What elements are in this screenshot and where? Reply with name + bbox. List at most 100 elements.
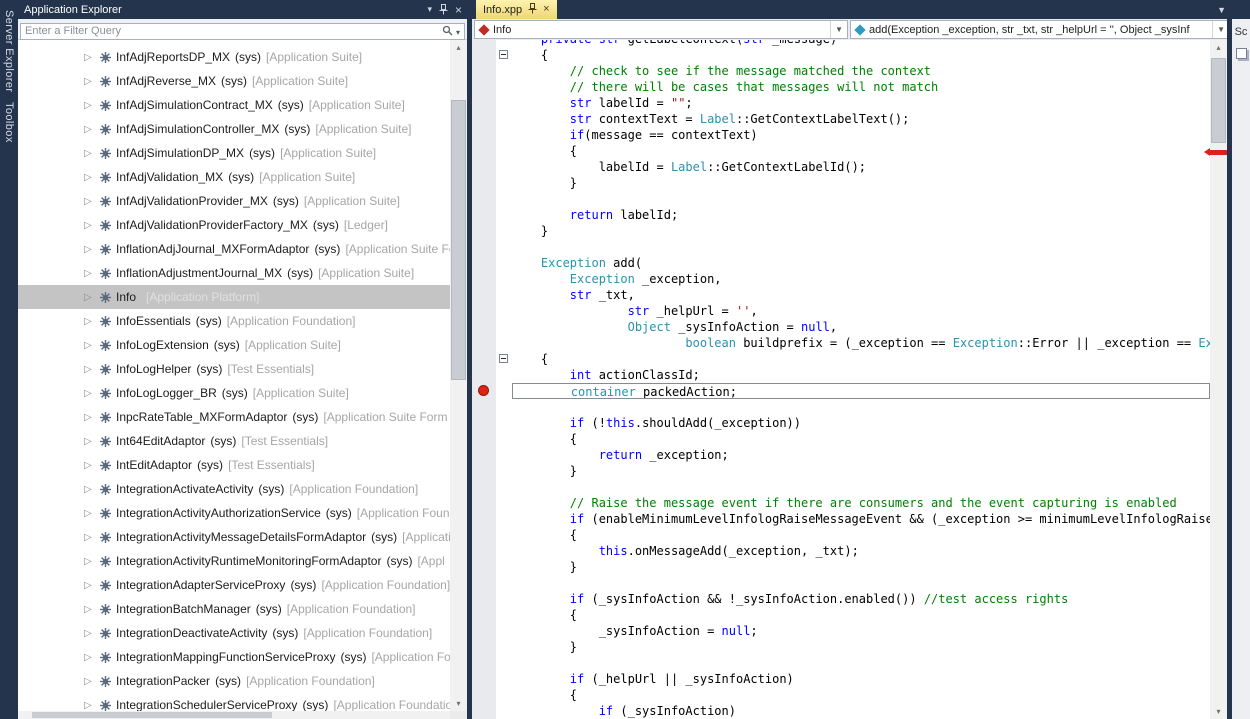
code-line[interactable]: } <box>472 463 1210 479</box>
fold-gutter[interactable] <box>496 543 512 559</box>
expand-arrow-icon[interactable]: ▷ <box>84 100 99 111</box>
breakpoint-gutter[interactable] <box>472 207 496 223</box>
breakpoint-gutter[interactable] <box>472 335 496 351</box>
tree-item[interactable]: ▷ InflationAdjustmentJournal_MX (sys) [A… <box>18 261 450 285</box>
tab-info-xpp[interactable]: Info.xpp × <box>476 0 557 19</box>
window-position-icon[interactable]: ▾ <box>427 5 432 14</box>
expand-arrow-icon[interactable]: ▷ <box>84 172 99 183</box>
code-line[interactable]: if (enableMinimumLevelInfologRaiseMessag… <box>472 511 1210 527</box>
expand-arrow-icon[interactable]: ▷ <box>84 652 99 663</box>
fold-gutter[interactable] <box>496 383 512 399</box>
search-icon[interactable] <box>442 23 453 41</box>
tree-item[interactable]: ▷ IntegrationSchedulerServiceProxy (sys)… <box>18 693 450 711</box>
breakpoint-gutter[interactable] <box>472 111 496 127</box>
member-dropdown[interactable]: add(Exception _exception, str _txt, str … <box>850 20 1230 39</box>
breakpoint-gutter[interactable] <box>472 223 496 239</box>
fold-gutter[interactable] <box>496 159 512 175</box>
code-line[interactable]: boolean buildprefix = (_exception == Exc… <box>472 335 1210 351</box>
fold-gutter[interactable] <box>496 623 512 639</box>
fold-gutter[interactable] <box>496 175 512 191</box>
tree-item[interactable]: ▷ InfAdjSimulationDP_MX (sys) [Applicati… <box>18 141 450 165</box>
fold-gutter[interactable] <box>496 255 512 271</box>
type-dropdown[interactable]: Info ▼ <box>474 20 848 39</box>
chevron-down-icon[interactable]: ▼ <box>830 21 847 38</box>
expand-arrow-icon[interactable]: ▷ <box>84 124 99 135</box>
fold-gutter[interactable] <box>496 127 512 143</box>
expand-arrow-icon[interactable]: ▷ <box>84 508 99 519</box>
fold-gutter[interactable] <box>496 351 512 367</box>
expand-arrow-icon[interactable]: ▷ <box>84 196 99 207</box>
fold-gutter[interactable] <box>496 655 512 671</box>
breakpoint-gutter[interactable] <box>472 399 496 415</box>
code-line[interactable]: if (!this.shouldAdd(_exception)) <box>472 415 1210 431</box>
expand-arrow-icon[interactable]: ▷ <box>84 340 99 351</box>
expand-arrow-icon[interactable]: ▷ <box>84 532 99 543</box>
code-line[interactable]: { <box>472 607 1210 623</box>
tree-vertical-scrollbar[interactable]: ▴ ▾ <box>450 40 467 711</box>
pin-icon[interactable] <box>439 4 448 15</box>
breakpoint-gutter[interactable] <box>472 639 496 655</box>
scroll-down-icon[interactable]: ▾ <box>450 696 467 711</box>
fold-gutter[interactable] <box>496 415 512 431</box>
fold-gutter[interactable] <box>496 527 512 543</box>
code-line[interactable]: str _helpUrl = '', <box>472 303 1210 319</box>
fold-gutter[interactable] <box>496 447 512 463</box>
breakpoint-gutter[interactable] <box>472 255 496 271</box>
breakpoint-gutter[interactable] <box>472 623 496 639</box>
expand-arrow-icon[interactable]: ▷ <box>84 700 99 711</box>
fold-gutter[interactable] <box>496 575 512 591</box>
code-line[interactable]: { <box>472 47 1210 63</box>
breakpoint-gutter[interactable] <box>472 415 496 431</box>
tree-item[interactable]: ▷ InfAdjValidationProvider_MX (sys) [App… <box>18 189 450 213</box>
fold-gutter[interactable] <box>496 399 512 415</box>
code-line[interactable]: } <box>472 175 1210 191</box>
expand-arrow-icon[interactable]: ▷ <box>84 364 99 375</box>
tree-item[interactable]: ▷ InfoEssentials (sys) [Application Foun… <box>18 309 450 333</box>
code-line[interactable]: _sysInfoAction = null; <box>472 623 1210 639</box>
code-line[interactable]: { <box>472 431 1210 447</box>
code-line[interactable]: // there will be cases that messages wil… <box>472 79 1210 95</box>
expand-arrow-icon[interactable]: ▷ <box>84 76 99 87</box>
fold-gutter[interactable] <box>496 335 512 351</box>
editor-scroll-thumb[interactable] <box>1211 58 1226 143</box>
breakpoint-gutter[interactable] <box>472 143 496 159</box>
fold-gutter[interactable] <box>496 559 512 575</box>
expand-arrow-icon[interactable]: ▷ <box>84 436 99 447</box>
scroll-up-icon[interactable]: ▴ <box>1210 40 1227 55</box>
fold-gutter[interactable] <box>496 40 512 47</box>
code-line[interactable]: private str getLabelContext(str _message… <box>472 40 1210 47</box>
filter-query-input[interactable] <box>20 22 465 40</box>
fold-gutter[interactable] <box>496 639 512 655</box>
tab-server-explorer[interactable]: Server Explorer <box>3 10 15 92</box>
code-line[interactable]: { <box>472 687 1210 703</box>
code-line[interactable]: { <box>472 527 1210 543</box>
tree-item[interactable]: ▷ InpcRateTable_MXFormAdaptor (sys) [App… <box>18 405 450 429</box>
code-line[interactable]: int actionClassId; <box>472 367 1210 383</box>
fold-gutter[interactable] <box>496 223 512 239</box>
fold-gutter[interactable] <box>496 207 512 223</box>
code-line[interactable]: } <box>472 559 1210 575</box>
fold-collapse-icon[interactable] <box>499 50 508 59</box>
code-line[interactable]: return labelId; <box>472 207 1210 223</box>
expand-arrow-icon[interactable]: ▷ <box>84 220 99 231</box>
fold-gutter[interactable] <box>496 111 512 127</box>
code-line[interactable]: // Raise the message event if there are … <box>472 495 1210 511</box>
code-line[interactable]: } <box>472 223 1210 239</box>
close-icon[interactable]: × <box>543 4 549 15</box>
expand-arrow-icon[interactable]: ▷ <box>84 292 99 303</box>
breakpoint-gutter[interactable] <box>472 175 496 191</box>
breakpoint-gutter[interactable] <box>472 239 496 255</box>
breakpoint-gutter[interactable] <box>472 319 496 335</box>
tree-item[interactable]: ▷ InfAdjValidation_MX (sys) [Application… <box>18 165 450 189</box>
code-line[interactable]: if (_sysInfoAction && !_sysInfoAction.en… <box>472 591 1210 607</box>
expand-arrow-icon[interactable]: ▷ <box>84 460 99 471</box>
fold-collapse-icon[interactable] <box>499 354 508 363</box>
fold-gutter[interactable] <box>496 287 512 303</box>
breakpoint-gutter[interactable] <box>472 95 496 111</box>
tree-horizontal-scrollbar[interactable] <box>18 711 450 719</box>
code-line[interactable]: return _exception; <box>472 447 1210 463</box>
breakpoint-gutter[interactable] <box>472 607 496 623</box>
code-line[interactable]: str contextText = Label::GetContextLabel… <box>472 111 1210 127</box>
breakpoint-gutter[interactable] <box>472 591 496 607</box>
code-line[interactable]: container packedAction; <box>472 383 1210 399</box>
